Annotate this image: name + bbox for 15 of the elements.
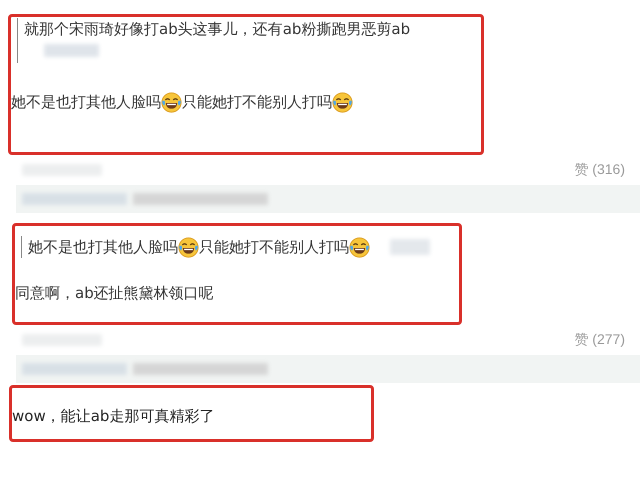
like-count[interactable]: 赞 (316) (574, 161, 625, 179)
comment-text: 她不是也打其他人脸吗 (11, 92, 161, 113)
blurred-name (390, 239, 430, 255)
comment-text: 同意啊，ab还扯熊黛林领口呢 (15, 283, 214, 304)
quoted-text: 她不是也打其他人脸吗 (28, 237, 178, 258)
like-count[interactable]: 赞 (277) (574, 331, 625, 349)
laughing-emoji-icon (161, 92, 182, 112)
comment-text: 只能她打不能别人打吗 (182, 92, 332, 113)
blurred-name (44, 44, 99, 57)
quoted-text: 就那个宋雨琦好像打ab头这事儿，还有ab粉撕跑男恶剪ab (24, 19, 410, 40)
laughing-emoji-icon (349, 236, 370, 258)
quoted-text: 只能她打不能别人打吗 (199, 237, 349, 258)
comment-text: wow，能让ab走那可真精彩了 (12, 406, 214, 427)
laughing-emoji-icon (178, 236, 199, 258)
laughing-emoji-icon (332, 92, 353, 112)
